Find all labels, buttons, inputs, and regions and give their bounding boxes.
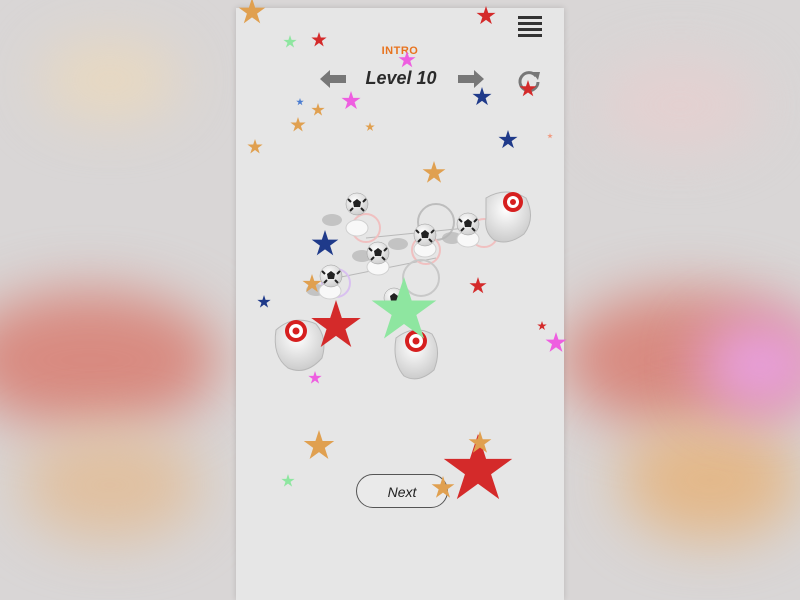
- soccer-ball-icon[interactable]: [413, 223, 437, 247]
- soccer-ball-icon[interactable]: [383, 287, 405, 309]
- next-button[interactable]: Next: [356, 474, 448, 508]
- level-mode-label: INTRO: [381, 45, 419, 57]
- hamburger-menu-icon[interactable]: [518, 16, 542, 37]
- soccer-ball-icon[interactable]: [345, 192, 369, 216]
- level-title: Level 10: [365, 68, 437, 88]
- ball-pedestals: [318, 219, 480, 300]
- soccer-ball-icon[interactable]: [456, 212, 480, 236]
- goal-pad-left[interactable]: [274, 319, 325, 371]
- soccer-ball-icon[interactable]: [319, 264, 343, 288]
- arrow-right-icon[interactable]: [458, 70, 484, 88]
- game-screen: INTRO Level 10 Next: [236, 8, 564, 600]
- goal-pad-center[interactable]: [394, 329, 438, 380]
- soccer-ball-icon[interactable]: [366, 241, 390, 265]
- game-board[interactable]: [236, 8, 564, 600]
- goal-pad-top-right[interactable]: [485, 191, 531, 243]
- restart-icon[interactable]: [516, 68, 542, 94]
